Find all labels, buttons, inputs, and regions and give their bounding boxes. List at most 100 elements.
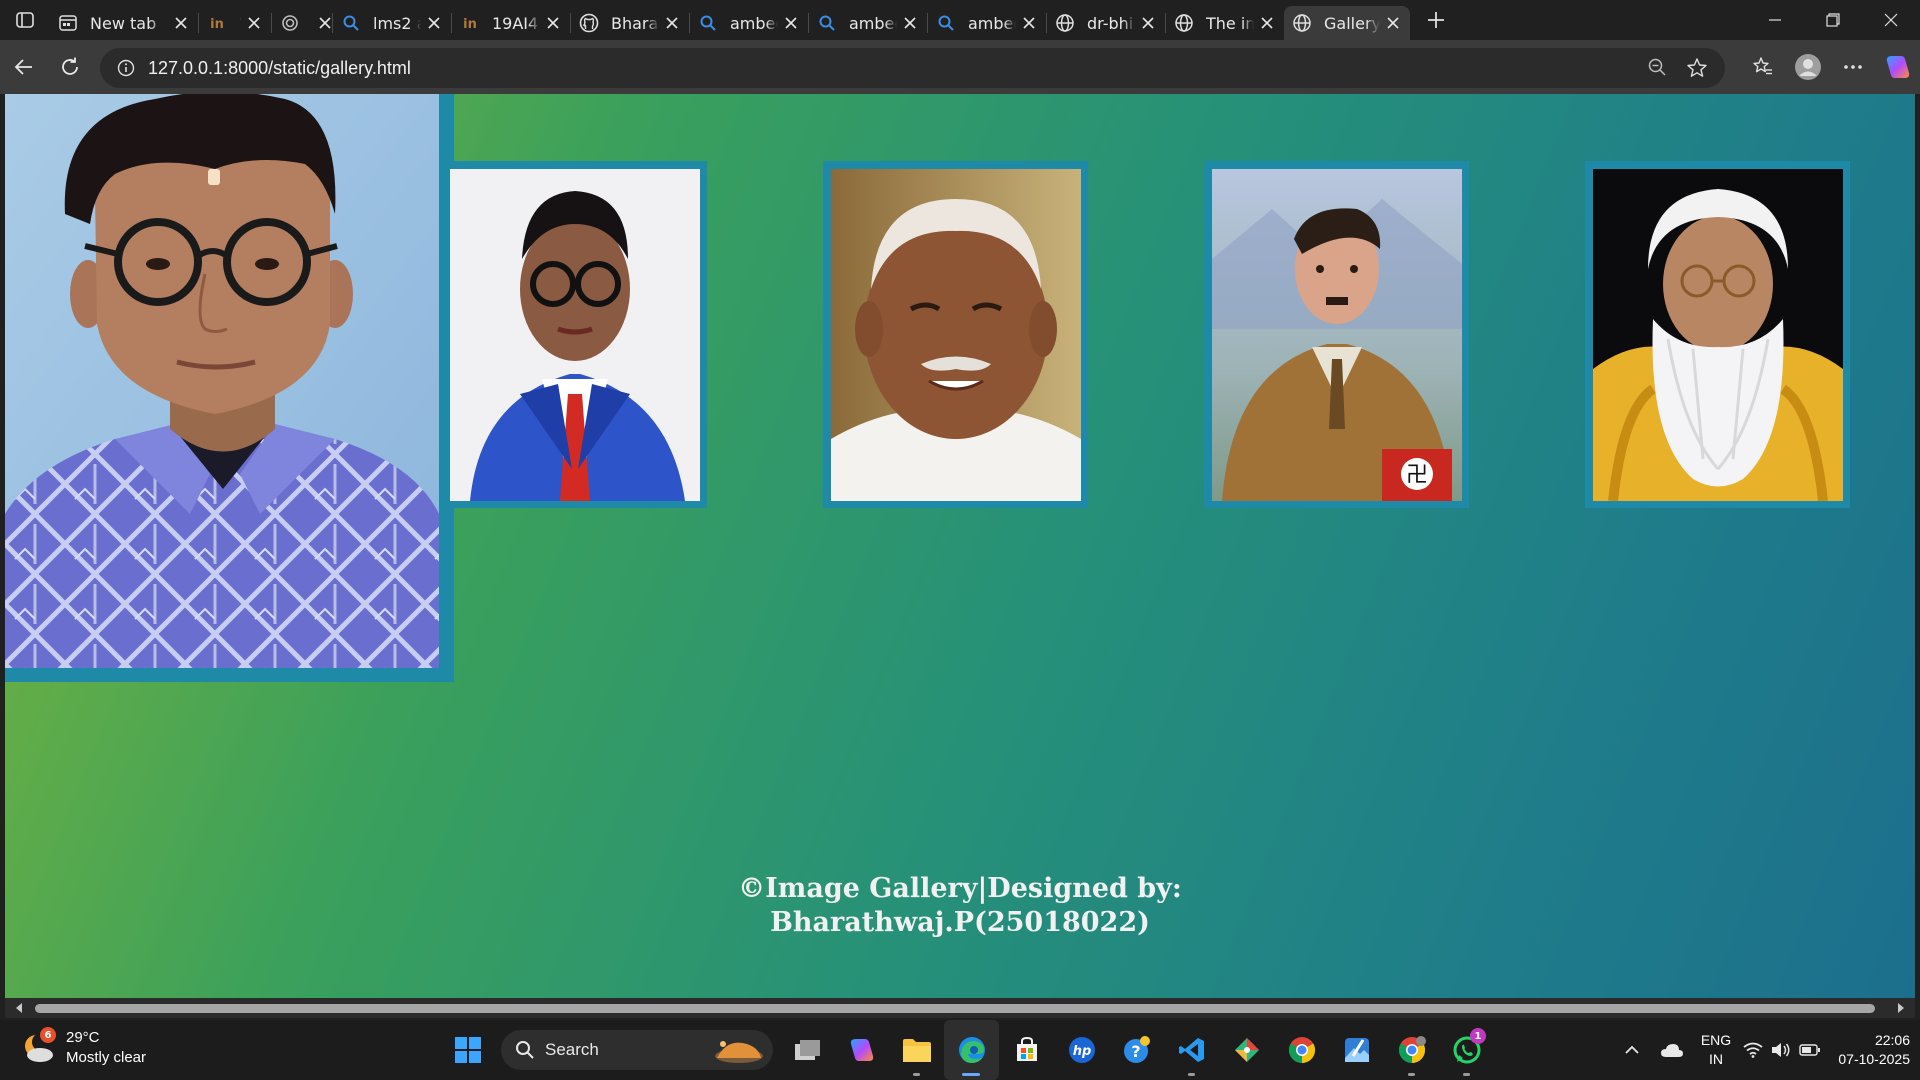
gallery-item-4[interactable] <box>1585 161 1850 508</box>
close-tab-icon[interactable] <box>1258 14 1276 32</box>
help-icon: ? <box>1123 1036 1150 1063</box>
taskbar-search[interactable]: Search <box>501 1030 773 1070</box>
search-icon <box>698 13 718 33</box>
scroll-right-icon[interactable] <box>1895 1002 1907 1014</box>
get-help-app[interactable]: ? <box>1109 1020 1164 1080</box>
browser-tab[interactable]: in 19AI414: F <box>452 6 570 40</box>
vscode-icon <box>1178 1038 1204 1062</box>
close-tab-icon[interactable] <box>663 14 681 32</box>
start-button[interactable] <box>440 1020 495 1080</box>
close-tab-icon[interactable] <box>425 14 443 32</box>
task-view-icon <box>794 1040 820 1060</box>
new-tab-button[interactable] <box>1416 0 1456 40</box>
close-tab-icon[interactable] <box>1384 14 1402 32</box>
browser-tab-active[interactable]: Gallery <box>1284 6 1410 40</box>
weather-icon-wrap: 6 <box>22 1027 56 1065</box>
cloud-icon <box>1661 1044 1683 1057</box>
onedrive-button[interactable] <box>1652 1042 1692 1058</box>
browser-tab[interactable]: New tab <box>50 6 198 40</box>
portrait-officer: 卍 <box>1212 169 1462 501</box>
weather-condition: Mostly clear <box>66 1049 147 1066</box>
back-button[interactable] <box>2 45 46 89</box>
more-options-button[interactable] <box>1830 64 1875 70</box>
profile-button[interactable] <box>1785 53 1830 81</box>
copilot-app[interactable] <box>834 1020 889 1080</box>
url-text[interactable]: 127.0.0.1:8000/static/gallery.html <box>148 58 411 79</box>
tab-label: ambedkar <box>849 13 897 33</box>
browser-tab[interactable]: Bharathwa <box>571 6 689 40</box>
browser-tab[interactable]: ambedkar <box>928 6 1046 40</box>
whatsapp-app[interactable]: 1 <box>1439 1020 1494 1080</box>
portrait-kamaraj <box>831 169 1081 501</box>
close-tab-icon[interactable] <box>1020 14 1038 32</box>
battery-icon <box>1799 1044 1820 1056</box>
file-explorer-app[interactable] <box>889 1020 944 1080</box>
edge-app[interactable] <box>944 1020 999 1080</box>
close-window-button[interactable] <box>1862 0 1920 40</box>
chrome-icon <box>1398 1036 1426 1064</box>
vscode-app[interactable] <box>1164 1020 1219 1080</box>
task-view-button[interactable] <box>779 1020 834 1080</box>
tab-label: lms2 ai sa <box>373 13 421 33</box>
gallery-item-2[interactable] <box>823 161 1088 508</box>
running-indicator <box>1408 1073 1415 1076</box>
store-app[interactable] <box>999 1020 1054 1080</box>
git-app[interactable] <box>1219 1020 1274 1080</box>
language-indicator[interactable]: ENG IN <box>1692 1031 1740 1069</box>
tab-label: dr-bhimra <box>1087 13 1135 33</box>
close-tab-icon[interactable] <box>316 14 334 32</box>
close-tab-icon[interactable] <box>782 14 800 32</box>
weather-widget[interactable]: 6 29°C Mostly clear <box>22 1027 147 1068</box>
close-tab-icon[interactable] <box>1139 14 1157 32</box>
zoom-button[interactable] <box>1637 57 1677 79</box>
newtab-page-icon <box>58 13 78 33</box>
address-bar[interactable]: 127.0.0.1:8000/static/gallery.html <box>100 48 1725 88</box>
scroll-left-icon[interactable] <box>13 1002 25 1014</box>
quick-settings-button[interactable] <box>1740 1042 1824 1058</box>
paint-app[interactable] <box>1329 1020 1384 1080</box>
search-icon <box>516 1041 534 1059</box>
running-indicator <box>1188 1073 1195 1076</box>
horizontal-scrollbar[interactable] <box>5 998 1915 1018</box>
close-icon <box>1884 13 1898 27</box>
chrome-app[interactable] <box>1274 1020 1329 1080</box>
running-indicator <box>913 1073 920 1076</box>
chrome-profile-app[interactable] <box>1384 1020 1439 1080</box>
site-info-button[interactable] <box>106 59 146 77</box>
browser-tab[interactable]: ambedkar <box>809 6 927 40</box>
minimize-button[interactable] <box>1746 0 1804 40</box>
page-footer: ©Image Gallery|Designed by: Bharathwaj.P… <box>5 872 1915 940</box>
browser-tab[interactable]: in 1 <box>199 6 271 40</box>
browser-tab[interactable]: lms2 ai sa <box>333 6 451 40</box>
restore-button[interactable] <box>1804 0 1862 40</box>
refresh-button[interactable] <box>48 45 92 89</box>
hero-portrait-photo[interactable] <box>5 94 439 668</box>
browser-tab[interactable]: dr-bhimra <box>1047 6 1165 40</box>
chevron-up-icon <box>1625 1045 1639 1054</box>
hp-app[interactable]: hp <box>1054 1020 1109 1080</box>
close-tab-icon[interactable] <box>245 14 263 32</box>
browser-tab[interactable]: The install <box>1166 6 1284 40</box>
tab-label: ambedkar <box>730 13 778 33</box>
close-tab-icon[interactable] <box>172 14 190 32</box>
browser-tab[interactable] <box>272 6 332 40</box>
restore-icon <box>1826 13 1840 27</box>
favorite-button[interactable] <box>1677 57 1717 79</box>
tab-actions-button[interactable] <box>0 0 50 40</box>
browser-tab[interactable]: ambedkar <box>690 6 808 40</box>
gallery-item-1[interactable] <box>442 161 707 508</box>
github-icon <box>579 13 599 33</box>
minimize-icon <box>1769 19 1781 21</box>
favorites-button[interactable] <box>1740 56 1785 78</box>
close-tab-icon[interactable] <box>901 14 919 32</box>
whatsapp-badge: 1 <box>1470 1028 1486 1044</box>
folder-icon <box>902 1039 931 1062</box>
svg-text:in: in <box>210 17 224 32</box>
close-tab-icon[interactable] <box>544 14 562 32</box>
gallery-item-3[interactable]: 卍 <box>1204 161 1469 508</box>
scrollbar-thumb[interactable] <box>35 1004 1875 1013</box>
tab-label: New tab <box>90 13 157 33</box>
clock[interactable]: 22:06 07-10-2025 <box>1824 1031 1910 1069</box>
copilot-button[interactable] <box>1875 53 1920 81</box>
show-hidden-icons-button[interactable] <box>1612 1045 1652 1055</box>
